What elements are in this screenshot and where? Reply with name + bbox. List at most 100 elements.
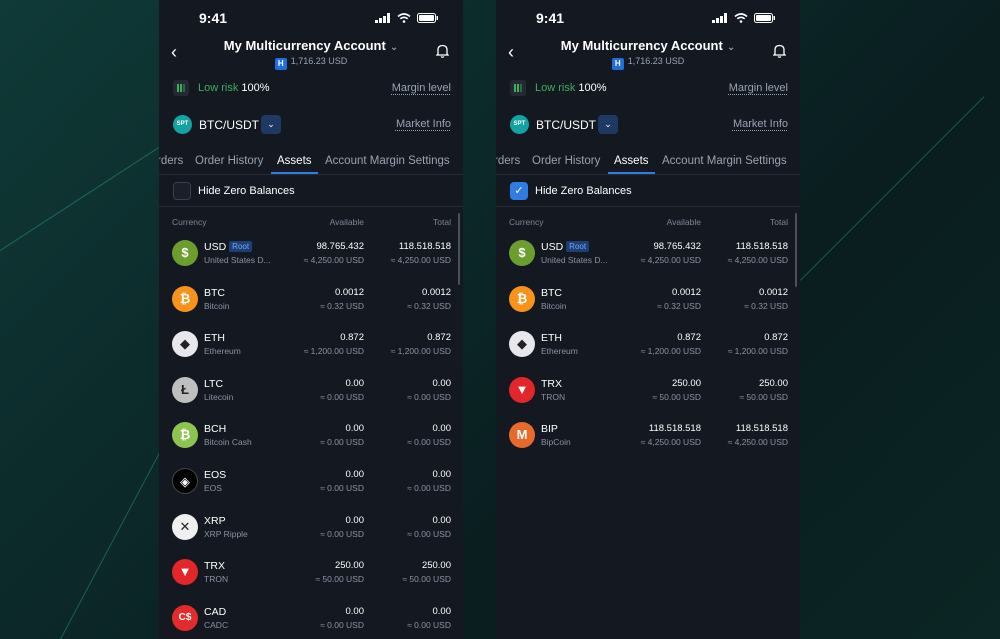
asset-row[interactable]: ₿ BTC Bitcoin 0.0012 ≈ 0.32 USD 0.0012 ≈ 0.32 … <box>496 282 800 328</box>
pair-label: BTC/USDT <box>199 118 259 132</box>
asset-code: USD <box>541 241 564 253</box>
asset-code: BCH <box>204 423 227 436</box>
tab-order-history[interactable]: Order History <box>195 155 263 167</box>
account-balance: H 1,716.23 USD <box>496 56 800 70</box>
balance-value: 1,716.23 USD <box>627 56 685 66</box>
tab-bar: rders Order History Assets Account Margi… <box>159 150 463 175</box>
hide-zero-row: ✓ Hide Zero Balances <box>496 179 800 207</box>
available-fiat: ≈ 0.32 USD <box>320 300 364 311</box>
total-fiat: ≈ 0.00 USD <box>407 437 451 448</box>
asset-row[interactable]: $ USD Root United States D... 98.765.432 ≈ 4,… <box>496 236 800 282</box>
pair-dropdown-button[interactable]: ⌄ <box>261 115 281 134</box>
total-fiat: ≈ 0.00 USD <box>407 391 451 402</box>
total-amount: 0.00 <box>432 377 452 389</box>
available-amount: 0.0012 <box>671 286 701 298</box>
risk-label: Low risk <box>198 82 239 94</box>
asset-row[interactable]: C$ CAD CADC 0.00 ≈ 0.00 USD 0.00 ≈ 0.00 USD <box>159 601 463 639</box>
asset-row[interactable]: ₿ BTC Bitcoin 0.0012 ≈ 0.32 USD 0.0012 ≈ 0.32 … <box>159 282 463 328</box>
account-selector[interactable]: My Multicurrency Account ⌄ <box>496 38 800 53</box>
account-selector[interactable]: My Multicurrency Account ⌄ <box>159 38 463 53</box>
tab-order-history[interactable]: Order History <box>532 155 600 167</box>
asset-code: BIP <box>541 423 558 436</box>
available-amount: 118.518.518 <box>648 423 701 435</box>
market-info-link[interactable]: Market Info <box>733 118 788 130</box>
ethereum-icon: ◆ <box>172 331 198 358</box>
bell-icon[interactable] <box>772 44 787 63</box>
asset-name: TRON <box>204 574 229 585</box>
scrollbar[interactable] <box>458 213 460 285</box>
risk-level-icon <box>173 80 189 96</box>
bitcoin-icon: ₿ <box>509 285 535 312</box>
status-icons <box>712 13 776 23</box>
asset-name: United States D... <box>541 255 608 265</box>
status-bar: 9:41 <box>159 10 463 28</box>
asset-row[interactable]: ₿ BCH Bitcoin Cash 0.00 ≈ 0.00 USD 0.00 ≈ 0.00… <box>159 418 463 464</box>
asset-name: Ethereum <box>204 346 241 357</box>
available-amount: 98.765.432 <box>316 241 364 252</box>
tab-account-margin-settings[interactable]: Account Margin Settings <box>325 155 450 167</box>
assets-list: $ USD Root United States D... 98.765.432 ≈ 4,… <box>496 236 800 464</box>
account-balance: H 1,716.23 USD <box>159 56 463 70</box>
hide-zero-label: Hide Zero Balances <box>198 185 295 197</box>
available-amount: 0.00 <box>345 468 365 480</box>
tab-account-margin-settings[interactable]: Account Margin Settings <box>662 155 787 167</box>
column-currency: Currency <box>509 217 544 227</box>
total-fiat: ≈ 1,200.00 USD <box>727 346 788 357</box>
asset-row[interactable]: ▼ TRX TRON 250.00 ≈ 50.00 USD 250.00 ≈ 50.00 U… <box>496 373 800 419</box>
column-currency: Currency <box>172 217 207 227</box>
available-amount: 0.872 <box>340 332 364 344</box>
asset-row[interactable]: Ł LTC Litecoin 0.00 ≈ 0.00 USD 0.00 ≈ 0.00 USD <box>159 373 463 419</box>
bitcoin-cash-icon: ₿ <box>172 422 198 449</box>
pair-label: BTC/USDT <box>536 118 596 132</box>
margin-level-link[interactable]: Margin level <box>729 82 788 94</box>
column-total: Total <box>770 217 788 227</box>
background-line <box>60 427 174 639</box>
total-fiat: ≈ 4,250.00 USD <box>390 255 451 265</box>
bell-icon[interactable] <box>435 44 450 63</box>
risk-level-icon <box>510 80 526 96</box>
asset-name: TRON <box>541 391 566 402</box>
total-amount: 250.00 <box>758 377 788 389</box>
tab-orders[interactable]: rders <box>159 155 183 167</box>
tab-orders[interactable]: rders <box>496 155 520 167</box>
risk-row: Low risk 100% Margin level <box>159 79 463 99</box>
hide-zero-row: Hide Zero Balances <box>159 179 463 207</box>
available-amount: 250.00 <box>334 560 364 572</box>
wifi-icon <box>397 13 411 23</box>
total-amount: 0.00 <box>432 468 452 480</box>
asset-code: ETH <box>541 332 562 345</box>
pair-row: SPT BTC/USDT ⌄ Market Info <box>159 114 463 136</box>
asset-row[interactable]: ▼ TRX TRON 250.00 ≈ 50.00 USD 250.00 ≈ 50.00 U… <box>159 555 463 601</box>
asset-row[interactable]: M BIP BipCoin 118.518.518 ≈ 4,250.00 USD 118.… <box>496 418 800 464</box>
asset-row[interactable]: ✕ XRP XRP Ripple 0.00 ≈ 0.00 USD 0.00 ≈ 0.00 U… <box>159 510 463 556</box>
asset-row[interactable]: ◆ ETH Ethereum 0.872 ≈ 1,200.00 USD 0.872 ≈ 1,… <box>496 327 800 373</box>
asset-code: TRX <box>204 560 225 573</box>
asset-code: USD <box>204 241 227 253</box>
tab-assets[interactable]: Assets <box>271 155 317 174</box>
total-amount: 0.00 <box>432 423 452 435</box>
asset-code: BTC <box>541 286 562 299</box>
tab-assets[interactable]: Assets <box>608 155 654 174</box>
asset-row[interactable]: $ USD Root United States D... 98.765.432 ≈ 4,… <box>159 236 463 282</box>
asset-name: Bitcoin Cash <box>204 437 252 448</box>
available-fiat: ≈ 4,250.00 USD <box>303 255 364 265</box>
hide-zero-checkbox[interactable]: ✓ <box>510 182 528 200</box>
battery-icon <box>754 13 775 23</box>
column-total: Total <box>433 217 451 227</box>
available-fiat: ≈ 1,200.00 USD <box>640 346 701 357</box>
status-bar: 9:41 <box>496 10 800 28</box>
scrollbar[interactable] <box>795 213 797 287</box>
pair-dropdown-button[interactable]: ⌄ <box>598 115 618 134</box>
hide-zero-checkbox[interactable] <box>173 182 191 200</box>
asset-row[interactable]: ◈ EOS EOS 0.00 ≈ 0.00 USD 0.00 ≈ 0.00 USD <box>159 464 463 510</box>
total-fiat: ≈ 0.32 USD <box>407 300 451 311</box>
asset-row[interactable]: ◆ ETH Ethereum 0.872 ≈ 1,200.00 USD 0.872 ≈ 1,… <box>159 327 463 373</box>
total-fiat: ≈ 50.00 USD <box>402 574 451 585</box>
available-amount: 250.00 <box>671 377 701 389</box>
asset-name: BipCoin <box>541 437 571 448</box>
available-fiat: ≈ 0.00 USD <box>320 619 364 630</box>
hide-zero-label: Hide Zero Balances <box>535 185 632 197</box>
margin-level-link[interactable]: Margin level <box>392 82 451 94</box>
market-info-link[interactable]: Market Info <box>396 118 451 130</box>
asset-code: BTC <box>204 286 225 299</box>
